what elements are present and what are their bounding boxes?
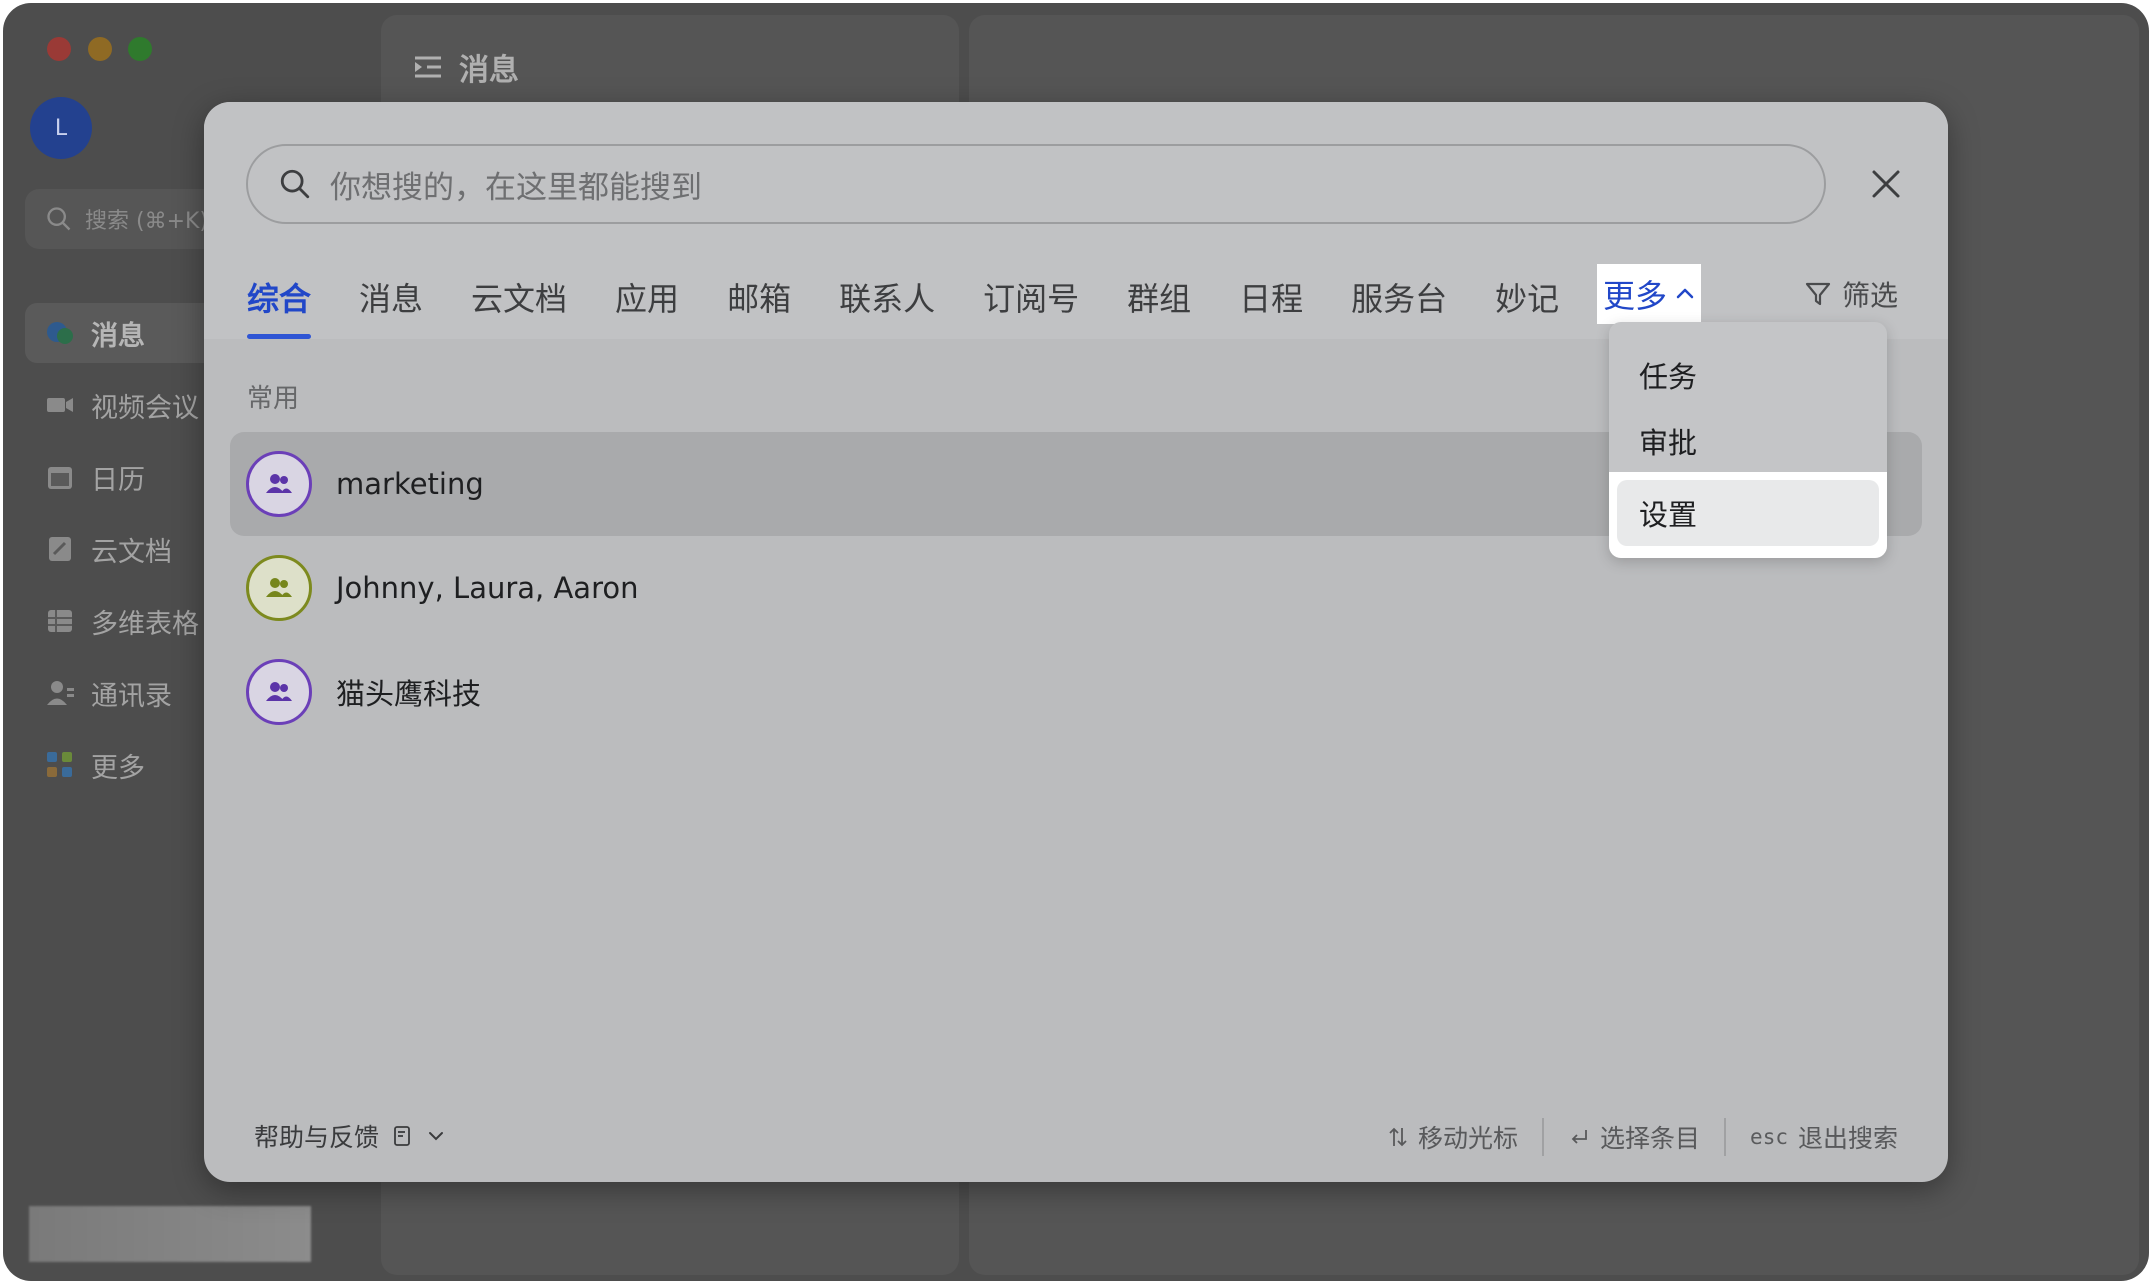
tab-helpdesk[interactable]: 服务台 — [1351, 270, 1447, 339]
search-icon — [280, 169, 310, 199]
tab-subscriptions[interactable]: 订阅号 — [983, 270, 1079, 339]
tab-minutes[interactable]: 妙记 — [1495, 270, 1559, 339]
search-placeholder: 你想搜的，在这里都能搜到 — [330, 169, 702, 206]
user-avatar[interactable]: L — [30, 97, 92, 159]
group-avatar — [246, 451, 312, 517]
minimize-window-button[interactable] — [88, 37, 112, 61]
result-name: 猫头鹰科技 — [336, 677, 482, 711]
keyboard-hints: 移动光标 选择条目 esc 退出搜索 — [1364, 1118, 1898, 1156]
group-icon — [266, 474, 292, 493]
help-feedback-button[interactable]: 帮助与反馈 — [254, 1118, 445, 1154]
hint-move-label: 移动光标 — [1418, 1124, 1519, 1153]
help-feedback-label: 帮助与反馈 — [254, 1123, 380, 1152]
group-avatar — [246, 659, 312, 725]
sidebar-item-label: 云文档 — [91, 536, 172, 568]
blurred-profile-area — [29, 1206, 311, 1262]
search-input[interactable]: 你想搜的，在这里都能搜到 — [246, 144, 1826, 224]
dropdown-item-tasks[interactable]: 任务 — [1609, 344, 1887, 406]
hint-select-item: 选择条目 — [1544, 1119, 1724, 1155]
chevron-up-icon — [1676, 288, 1694, 299]
filter-button[interactable]: 筛选 — [1804, 274, 1898, 314]
section-frequent-label: 常用 — [247, 384, 300, 414]
tab-more-label: 更多 — [1602, 277, 1667, 315]
feedback-doc-icon — [394, 1126, 410, 1146]
tab-apps[interactable]: 应用 — [615, 270, 679, 339]
tab-contacts[interactable]: 联系人 — [839, 270, 935, 339]
zoom-window-button[interactable] — [128, 37, 152, 61]
contacts-icon — [45, 678, 75, 708]
tab-groups[interactable]: 群组 — [1127, 270, 1191, 339]
tab-calendar[interactable]: 日程 — [1239, 270, 1303, 339]
sidebar-item-label: 通讯录 — [91, 680, 172, 712]
message-list-header: 消息 — [413, 45, 519, 89]
group-icon — [266, 682, 292, 701]
sidebar-item-label: 消息 — [91, 320, 145, 352]
close-search-button[interactable] — [1864, 162, 1908, 206]
sidebar-item-label: 视频会议 — [91, 392, 199, 424]
chat-bubble-icon — [45, 318, 75, 348]
result-row[interactable]: 猫头鹰科技 — [230, 640, 1922, 744]
search-icon — [47, 207, 71, 231]
filter-icon — [1805, 282, 1831, 306]
result-name: marketing — [336, 467, 484, 501]
calendar-icon — [45, 462, 75, 492]
return-key-icon — [1571, 1130, 1587, 1144]
close-icon — [1872, 170, 1900, 198]
tab-docs[interactable]: 云文档 — [471, 270, 567, 339]
hint-select-label: 选择条目 — [1600, 1124, 1701, 1153]
tab-messages[interactable]: 消息 — [359, 270, 423, 339]
filter-label: 筛选 — [1842, 279, 1899, 312]
sidebar-search-label: 搜索 (⌘+K) — [85, 209, 209, 234]
apps-grid-icon — [45, 750, 75, 780]
search-footer: 帮助与反馈 移动光标 选择条目 esc 退出搜索 — [204, 1102, 1948, 1162]
dropdown-item-settings[interactable]: 设置 — [1617, 480, 1879, 546]
chevron-down-icon — [429, 1132, 444, 1141]
hint-move-cursor: 移动光标 — [1364, 1119, 1542, 1155]
close-window-button[interactable] — [47, 37, 71, 61]
table-icon — [45, 606, 75, 636]
up-down-arrows-icon — [1389, 1127, 1407, 1147]
esc-key-label: esc — [1750, 1125, 1788, 1149]
sidebar-item-label: 更多 — [91, 752, 145, 784]
hint-exit-label: 退出搜索 — [1797, 1124, 1898, 1153]
group-icon — [266, 578, 292, 597]
video-camera-icon — [45, 390, 75, 420]
collapse-list-icon[interactable] — [413, 52, 443, 82]
more-tabs-dropdown: 任务 审批 设置 — [1609, 322, 1887, 558]
search-modal: 你想搜的，在这里都能搜到 综合 消息 云文档 应用 邮箱 联系人 订阅号 群组 … — [204, 102, 1948, 1182]
search-tabs: 综合 消息 云文档 应用 邮箱 联系人 订阅号 群组 日程 服务台 妙记 — [247, 270, 1559, 339]
sidebar-item-label: 多维表格 — [91, 608, 199, 640]
sidebar-item-label: 日历 — [91, 464, 145, 496]
tab-mail[interactable]: 邮箱 — [727, 270, 791, 339]
dropdown-item-approval[interactable]: 审批 — [1609, 410, 1887, 472]
tab-all[interactable]: 综合 — [247, 270, 312, 339]
result-name: Johnny, Laura, Aaron — [336, 571, 639, 605]
group-avatar — [246, 555, 312, 621]
page-title: 消息 — [459, 53, 519, 88]
document-icon — [45, 534, 75, 564]
hint-exit-search: esc 退出搜索 — [1726, 1119, 1898, 1155]
tab-more[interactable]: 更多 — [1597, 264, 1701, 324]
